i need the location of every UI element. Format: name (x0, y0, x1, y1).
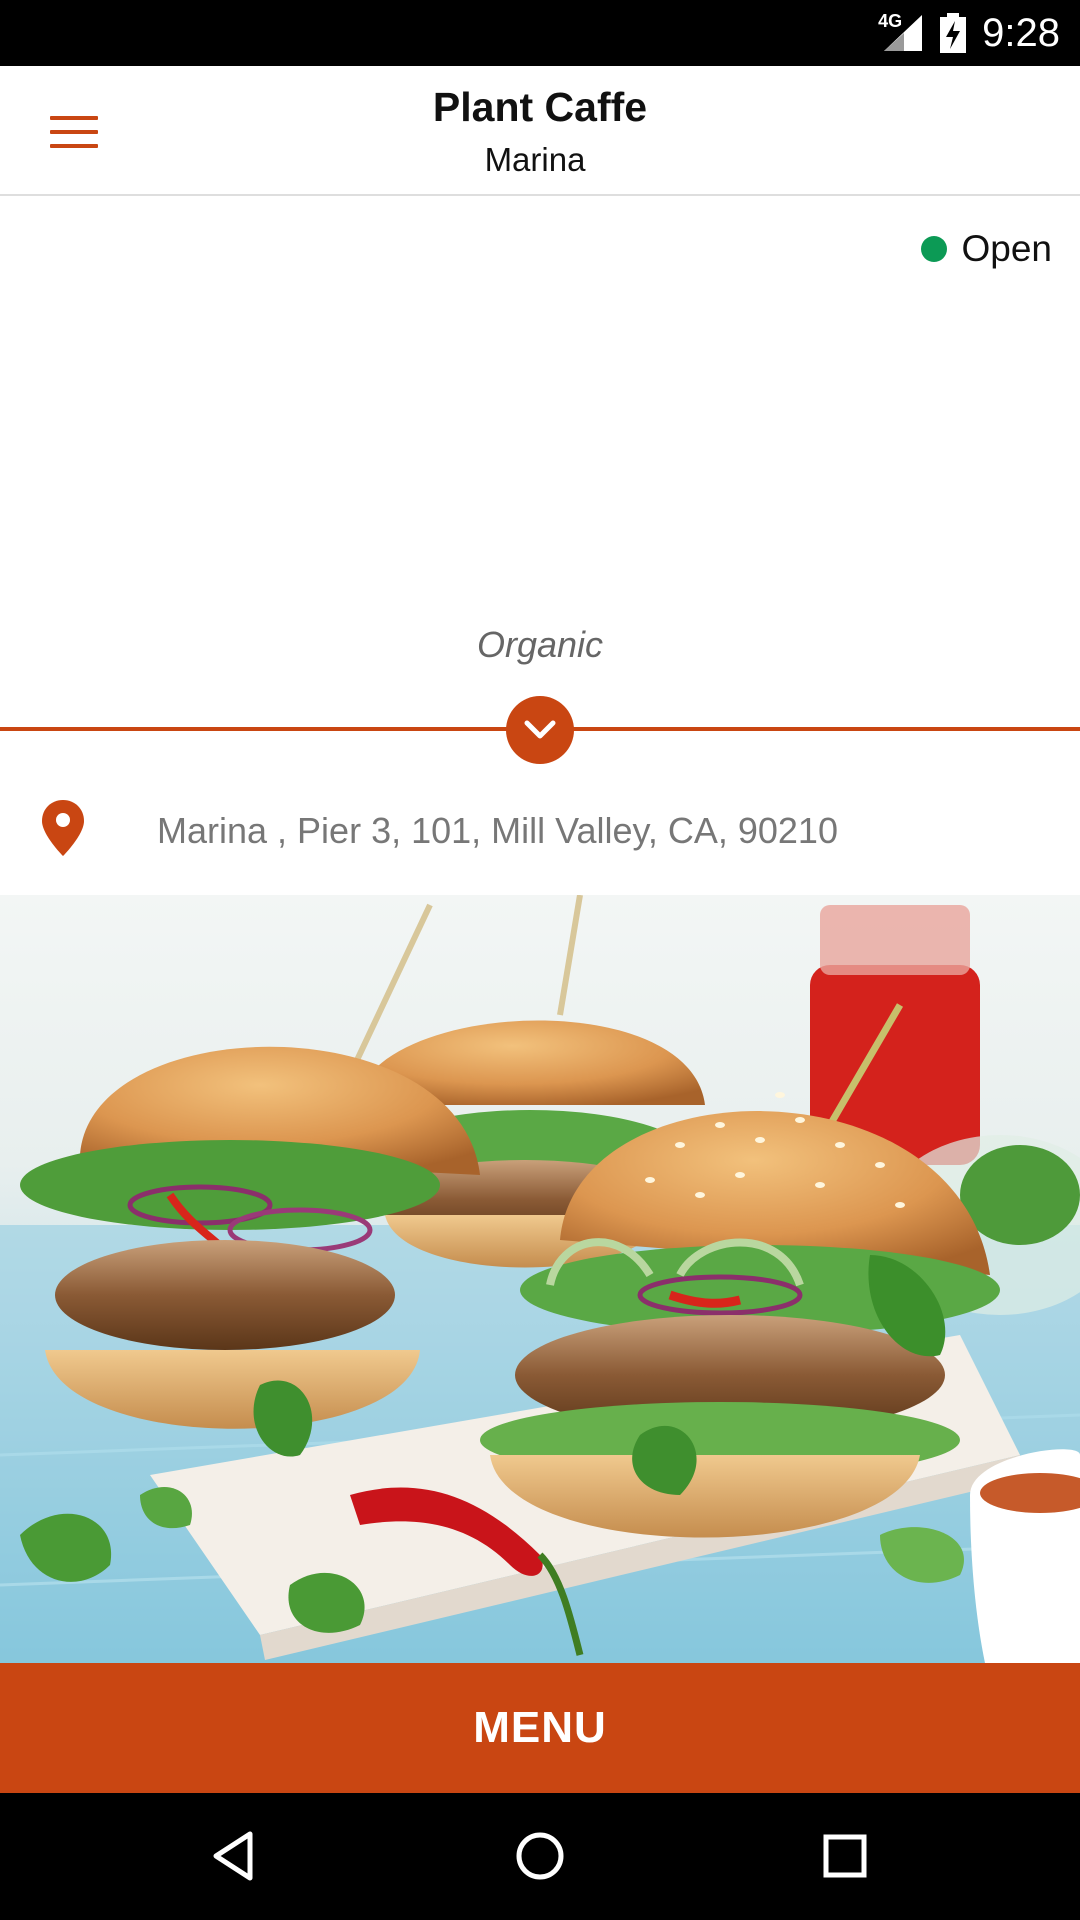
battery-charging-icon (940, 13, 967, 53)
address-row[interactable]: Marina , Pier 3, 101, Mill Valley, CA, 9… (0, 780, 1080, 880)
location-pin-icon (42, 800, 84, 856)
status-label: Open (961, 228, 1052, 269)
store-status-badge: Open (921, 228, 1052, 270)
status-bar: 4G 9:28 (0, 0, 1080, 66)
signal-icon: 4G (878, 11, 924, 53)
status-dot-icon (921, 236, 948, 262)
back-triangle-icon[interactable] (206, 1826, 266, 1886)
home-circle-icon[interactable] (510, 1826, 570, 1886)
expand-details-button[interactable] (506, 696, 574, 764)
menu-button[interactable]: MENU (0, 1663, 1080, 1793)
system-nav-bar (0, 1793, 1080, 1920)
page-title: Plant Caffe (432, 84, 648, 130)
page-subtitle: Marina (484, 141, 586, 178)
tagline: Organic (476, 624, 604, 665)
hero-image (0, 895, 1080, 1663)
address-text: Marina , Pier 3, 101, Mill Valley, CA, 9… (157, 810, 838, 851)
recents-square-icon[interactable] (815, 1826, 875, 1886)
network-type: 4G (878, 11, 903, 31)
app-bar: Plant Caffe Marina (0, 66, 1080, 196)
clock: 9:28 (982, 10, 1060, 55)
chevron-down-icon (524, 720, 556, 739)
